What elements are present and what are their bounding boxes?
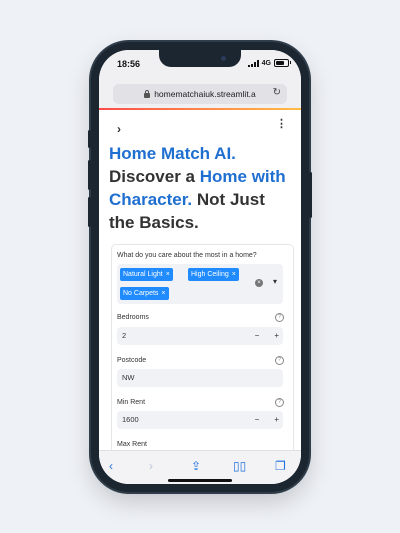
title-brand: Home Match AI. [109,144,236,163]
preferences-label: What do you care about the most in a hom… [117,252,257,259]
lock-icon [144,89,151,98]
search-form: What do you care about the most in a hom… [111,244,294,450]
url-text: homematchaiuk.streamlit.a [154,89,256,99]
signal-icon [247,59,259,67]
browser-address-area: homematchaiuk.streamlit.a ↻ [99,82,301,108]
tabs-icon[interactable]: ❐ [275,459,286,473]
front-camera [221,56,226,61]
status-icons: 4G [247,59,291,67]
tag-no-carpets[interactable]: No Carpets × [120,287,169,300]
tag-remove-icon[interactable]: × [166,271,170,278]
tag-remove-icon[interactable]: × [232,271,236,278]
status-bar: 18:56 4G [99,50,301,82]
chevron-down-icon[interactable]: ▾ [273,277,277,286]
share-icon[interactable]: ⇪ [191,459,201,473]
postcode-help-icon[interactable]: ? [275,356,284,365]
bookmarks-icon[interactable]: ▯▯ [233,459,246,473]
tag-label: Natural Light [123,271,163,278]
postcode-label: Postcode [117,357,147,364]
max-rent-label: Max Rent [117,441,147,448]
min-rent-value: 1600 [122,415,139,424]
notch [159,50,241,67]
tag-label: High Ceiling [191,271,229,278]
decrement-button[interactable]: − [250,327,260,345]
bedrooms-number-input[interactable]: 2 − + [117,327,283,345]
preferences-multiselect[interactable]: Natural Light × High Ceiling × No Carpet… [117,264,283,304]
decrement-button[interactable]: − [250,411,260,429]
app-content: › ⋮ Home Match AI. Discover a Home with … [99,110,301,450]
network-type: 4G [261,59,271,67]
mute-switch [88,130,91,148]
address-bar[interactable]: homematchaiuk.streamlit.a ↻ [113,84,287,104]
tag-remove-icon[interactable]: × [161,290,165,297]
min-rent-help-icon[interactable]: ? [275,398,284,407]
tag-natural-light[interactable]: Natural Light × [120,268,173,281]
min-rent-label: Min Rent [117,399,146,406]
bedrooms-label: Bedrooms [117,314,149,321]
forward-icon: › [149,459,153,473]
phone-screen: 18:56 4G homematchaiuk.streamlit.a ↻ › ⋮ [99,50,301,484]
page-title: Home Match AI. Discover a Home with Char… [109,142,295,234]
bedrooms-stepper: − + [250,327,279,345]
min-rent-stepper: − + [250,411,279,429]
battery-icon [274,59,291,67]
min-rent-number-input[interactable]: 1600 − + [117,411,283,429]
volume-up-button [88,160,91,190]
tag-high-ceiling[interactable]: High Ceiling × [188,268,239,281]
bedrooms-value: 2 [122,331,127,340]
postcode-value: NW [122,373,135,382]
sidebar-expand-icon[interactable]: › [117,122,121,136]
back-icon[interactable]: ‹ [109,459,113,473]
power-button [309,172,312,218]
clear-all-icon[interactable]: × [255,279,263,287]
phone-frame: 18:56 4G homematchaiuk.streamlit.a ↻ › ⋮ [88,42,312,492]
title-text-a: Discover a [109,167,200,186]
home-indicator [168,479,232,482]
tag-label: No Carpets [123,290,159,297]
bedrooms-help-icon[interactable]: ? [275,313,284,322]
increment-button[interactable]: + [269,327,279,345]
status-time: 18:56 [117,59,141,69]
volume-down-button [88,197,91,227]
main-menu-icon[interactable]: ⋮ [276,119,287,130]
increment-button[interactable]: + [269,411,279,429]
reload-icon[interactable]: ↻ [273,87,281,98]
postcode-input[interactable]: NW [117,369,283,387]
